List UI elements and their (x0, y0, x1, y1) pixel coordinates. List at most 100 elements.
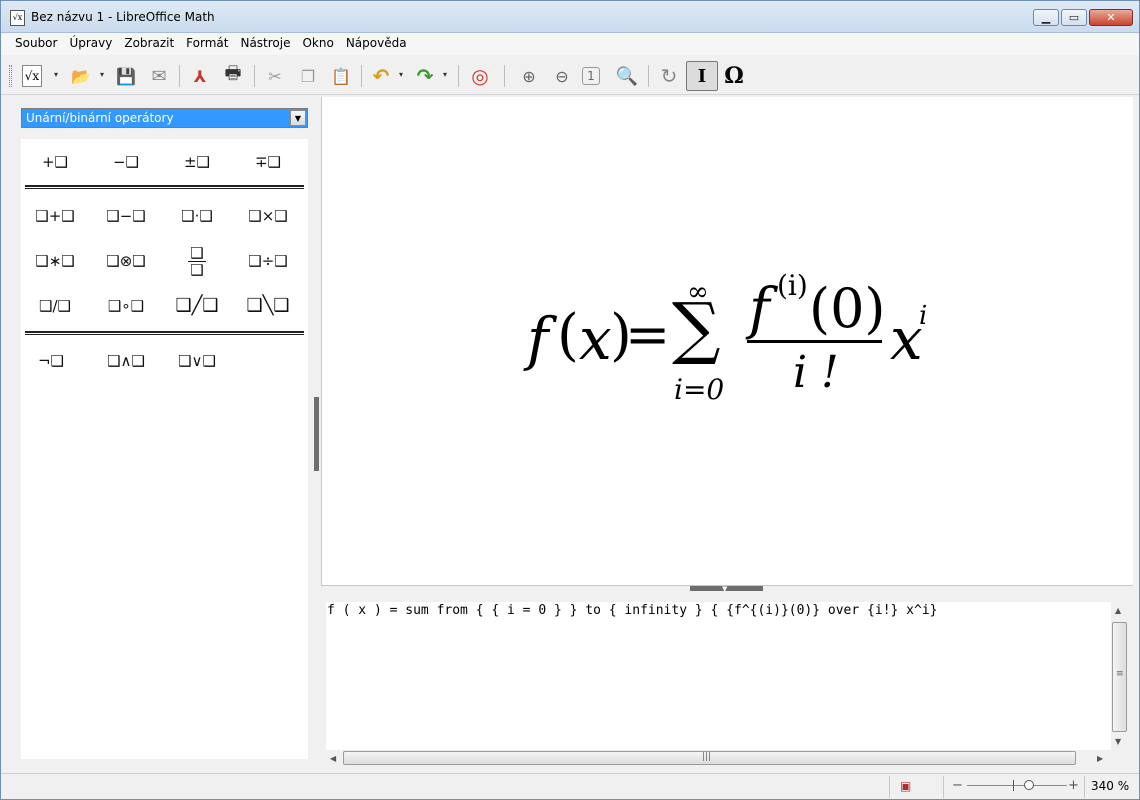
grip-icon: ≡ (1116, 669, 1124, 679)
scroll-left-icon[interactable]: ◀ (330, 754, 336, 763)
maximize-button[interactable]: ▭ (1061, 9, 1087, 26)
menu-view[interactable]: Zobrazit (118, 33, 180, 55)
element-negative[interactable]: −❑ (96, 147, 156, 177)
element-fraction[interactable]: ❑ ❑ (167, 239, 227, 283)
formula-numerator-f: f (749, 277, 770, 342)
editor-splitter[interactable]: ▼ (321, 585, 1133, 593)
formula-numerator-argument: (0) (809, 277, 886, 340)
redo-icon[interactable]: ↷ (412, 63, 438, 89)
window-title: Bez názvu 1 - LibreOffice Math (31, 10, 215, 24)
zoom-100-tick (1013, 780, 1014, 791)
zoom-level-cell[interactable]: 340 % (1084, 776, 1139, 798)
close-button[interactable]: ✕ (1089, 9, 1133, 26)
element-multiplication-x[interactable]: ❑×❑ (238, 201, 298, 231)
element-addition[interactable]: ❑+❑ (25, 201, 85, 231)
document-modified-icon: ▣ (900, 779, 912, 793)
element-concatenate[interactable]: ❑∘❑ (96, 291, 156, 321)
maximize-icon: ▭ (1068, 11, 1080, 24)
formula-view[interactable]: f ( x ) = ∑ ∞ i=0 f (i) (0) i ! x i (321, 97, 1133, 585)
zoom-in-button[interactable]: + (1068, 778, 1079, 793)
status-modified-cell[interactable]: ▣ (889, 776, 941, 798)
close-icon: ✕ (1106, 11, 1116, 24)
formula-lparen: ( (557, 303, 579, 368)
update-icon[interactable]: ↻ (656, 63, 682, 89)
formula-f: f (527, 305, 549, 373)
copy-icon[interactable]: ❐ (295, 63, 321, 89)
toolbar-separator (254, 65, 255, 87)
minimize-icon: ▁ (1041, 11, 1051, 24)
new-document-icon[interactable]: √x (22, 65, 42, 87)
chevron-down-icon[interactable]: ▼ (290, 110, 306, 126)
symbols-icon[interactable]: Ω (721, 63, 747, 89)
formula-x: x (579, 305, 612, 373)
elements-separator (25, 331, 304, 335)
undo-icon[interactable]: ↶ (368, 63, 394, 89)
element-multiplication-star[interactable]: ❑∗❑ (25, 246, 85, 276)
element-minus-plus[interactable]: ∓❑ (238, 147, 298, 177)
zoom-out-button[interactable]: − (952, 778, 963, 793)
panel-splitter-handle[interactable] (314, 397, 319, 471)
element-positive[interactable]: +❑ (25, 147, 85, 177)
open-dropdown-arrow[interactable]: ▾ (100, 70, 104, 79)
menu-help[interactable]: Nápověda (340, 33, 413, 55)
editor-splitter-handle[interactable]: ▼ (690, 585, 763, 593)
zoom-slider-knob[interactable] (1024, 780, 1034, 790)
element-circled-times[interactable]: ❑⊗❑ (96, 246, 156, 276)
paste-icon[interactable]: 📋 (328, 63, 354, 89)
formula-cursor-icon[interactable]: I (686, 61, 718, 91)
minimize-button[interactable]: ▁ (1033, 9, 1059, 26)
menu-window[interactable]: Okno (296, 33, 339, 55)
cut-icon[interactable]: ✂ (262, 63, 288, 89)
scroll-up-icon[interactable]: ▲ (1115, 606, 1121, 615)
element-plus-minus[interactable]: ±❑ (167, 147, 227, 177)
element-boolean-not[interactable]: ¬❑ (21, 346, 81, 376)
element-category-select[interactable]: Unární/binární operátory ▼ (21, 108, 308, 128)
zoom-track[interactable] (967, 785, 1067, 786)
formula-equals: = (625, 303, 671, 366)
email-icon[interactable]: ✉ (146, 63, 172, 89)
zoom-100-icon[interactable]: 1 (582, 67, 600, 85)
toolbar-separator (504, 65, 505, 87)
save-icon[interactable]: 💾 (113, 63, 139, 89)
element-boolean-or[interactable]: ❑∨❑ (167, 346, 227, 376)
element-wide-slash[interactable]: ❑╱❑ (167, 285, 227, 325)
element-division[interactable]: ❑÷❑ (238, 246, 298, 276)
element-multiplication-dot[interactable]: ❑·❑ (167, 201, 227, 231)
toolbar-separator (361, 65, 362, 87)
elements-panel: Unární/binární operátory ▼ +❑ −❑ ±❑ ∓❑ ❑… (9, 97, 316, 765)
formula-upper-limit: ∞ (687, 277, 709, 307)
grip-icon: ||| (702, 752, 712, 762)
element-wide-backslash[interactable]: ❑╲❑ (238, 285, 298, 325)
element-boolean-and[interactable]: ❑∧❑ (96, 346, 156, 376)
element-slash-division[interactable]: ❑/❑ (25, 291, 85, 321)
open-folder-icon[interactable]: 📂 (68, 63, 94, 89)
status-bar: ▣ − + 340 % (1, 773, 1139, 799)
editor-horizontal-scrollbar[interactable]: ◀ ||| ▶ (326, 750, 1111, 767)
element-subtraction[interactable]: ❑−❑ (96, 201, 156, 231)
menu-format[interactable]: Formát (180, 33, 234, 55)
scroll-right-icon[interactable]: ▶ (1097, 754, 1103, 763)
horizontal-scroll-thumb[interactable]: ||| (343, 751, 1076, 765)
zoom-level: 340 % (1091, 779, 1130, 793)
redo-dropdown-arrow[interactable]: ▾ (443, 70, 447, 79)
app-window: √x Bez názvu 1 - LibreOffice Math ▁ ▭ ✕ … (0, 0, 1140, 800)
menu-file[interactable]: Soubor (9, 33, 63, 55)
zoom-out-icon[interactable]: ⊖ (549, 63, 575, 89)
title-bar: √x Bez názvu 1 - LibreOffice Math ▁ ▭ ✕ (1, 1, 1139, 33)
help-icon[interactable]: ◎ (467, 63, 493, 89)
show-all-icon[interactable]: 🔍 (614, 63, 640, 89)
toolbar-separator (648, 65, 649, 87)
export-pdf-icon[interactable]: ⅄ (187, 63, 213, 89)
formula-fraction-bar (747, 340, 882, 343)
menu-edit[interactable]: Úpravy (63, 33, 118, 55)
menu-tools[interactable]: Nástroje (234, 33, 296, 55)
editor-vertical-scrollbar[interactable]: ▲ ≡ ▼ (1111, 602, 1128, 750)
toolbar-grip[interactable] (9, 65, 12, 87)
undo-dropdown-arrow[interactable]: ▾ (399, 70, 403, 79)
new-dropdown-arrow[interactable]: ▾ (54, 70, 58, 79)
formula-command-editor[interactable]: f ( x ) = sum from { { i = 0 } } to { in… (326, 602, 1111, 750)
zoom-in-icon[interactable]: ⊕ (516, 63, 542, 89)
vertical-scroll-thumb[interactable]: ≡ (1112, 622, 1127, 732)
print-icon[interactable]: 🖶 (220, 63, 246, 89)
scroll-down-icon[interactable]: ▼ (1115, 737, 1121, 746)
